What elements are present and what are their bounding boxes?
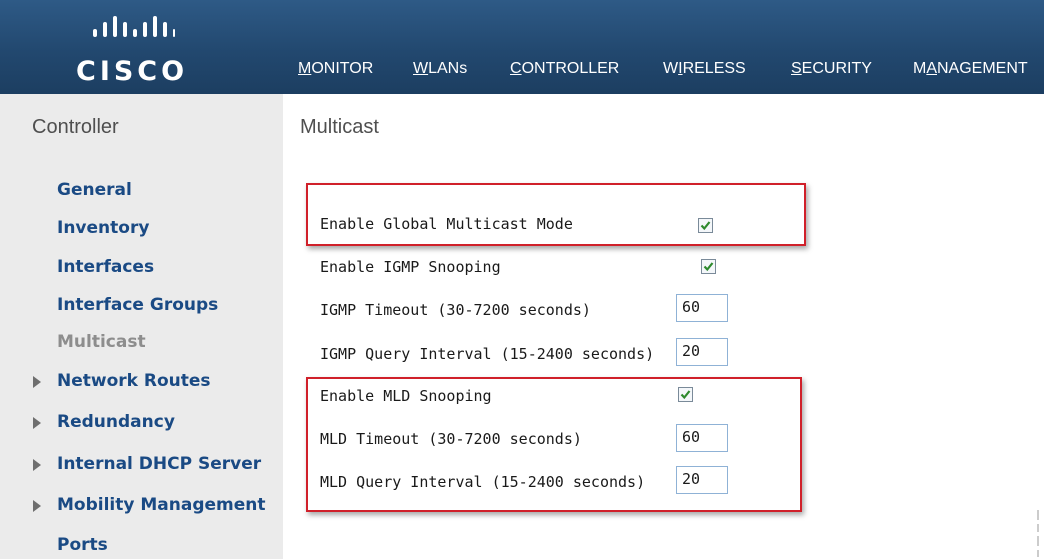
- sidebar: [0, 94, 283, 559]
- sidebar-item-label: Network Routes: [57, 371, 211, 391]
- nav-monitor[interactable]: MONITOR: [298, 60, 373, 78]
- igmp-timeout-input[interactable]: 60: [676, 294, 728, 322]
- mld-query-interval-input[interactable]: 20: [676, 466, 728, 494]
- expand-arrow-icon: [33, 417, 41, 429]
- sidebar-title: Controller: [32, 116, 119, 138]
- expand-arrow-icon: [33, 376, 41, 388]
- sidebar-item-interface-groups[interactable]: Interface Groups: [57, 295, 218, 315]
- igmp-query-interval-label: IGMP Query Interval (15-2400 seconds): [320, 345, 655, 363]
- nav-security[interactable]: SECURITY: [791, 60, 872, 78]
- igmp-query-interval-input[interactable]: 20: [676, 338, 728, 366]
- nav-management[interactable]: MANAGEMENT: [913, 60, 1028, 78]
- igmp-timeout-label: IGMP Timeout (30-7200 seconds): [320, 301, 591, 319]
- igmp-snooping-label: Enable IGMP Snooping: [320, 258, 501, 276]
- cisco-logo-text: CISCO: [76, 56, 189, 87]
- top-header: CISCO MONITOR WLANs CONTROLLER WIRELESS …: [0, 0, 1044, 100]
- mld-snooping-label: Enable MLD Snooping: [320, 387, 492, 405]
- sidebar-item-redundancy[interactable]: Redundancy: [33, 412, 175, 432]
- mld-timeout-label: MLD Timeout (30-7200 seconds): [320, 430, 582, 448]
- checkmark-icon: [700, 221, 711, 231]
- sidebar-item-mobility-management[interactable]: Mobility Management: [33, 495, 266, 515]
- expand-arrow-icon: [33, 500, 41, 512]
- sidebar-item-internal-dhcp-server[interactable]: Internal DHCP Server: [33, 454, 262, 474]
- sidebar-item-ports[interactable]: Ports: [57, 535, 108, 555]
- checkmark-icon: [703, 262, 714, 272]
- cisco-bars-icon: [93, 16, 175, 37]
- nav-wlans[interactable]: WLANs: [413, 60, 467, 78]
- global-multicast-checkbox[interactable]: [698, 218, 713, 233]
- nav-wireless[interactable]: WIRELESS: [663, 60, 746, 78]
- igmp-snooping-checkbox[interactable]: [701, 259, 716, 274]
- cisco-logo: CISCO: [74, 16, 194, 87]
- sidebar-item-inventory[interactable]: Inventory: [57, 218, 149, 238]
- sidebar-item-interfaces[interactable]: Interfaces: [57, 257, 154, 277]
- page-title: Multicast: [300, 116, 379, 138]
- expand-arrow-icon: [33, 459, 41, 471]
- edge-scan-marks: [1037, 510, 1039, 557]
- mld-snooping-checkbox[interactable]: [678, 387, 693, 402]
- mld-query-interval-label: MLD Query Interval (15-2400 seconds): [320, 473, 646, 491]
- sidebar-item-label: Redundancy: [57, 412, 175, 432]
- sidebar-item-label: Internal DHCP Server: [57, 454, 262, 474]
- global-multicast-label: Enable Global Multicast Mode: [320, 215, 573, 233]
- sidebar-item-network-routes[interactable]: Network Routes: [33, 371, 211, 391]
- checkmark-icon: [680, 390, 691, 400]
- mld-timeout-input[interactable]: 60: [676, 424, 728, 452]
- sidebar-item-multicast[interactable]: Multicast: [57, 332, 146, 352]
- sidebar-item-label: Mobility Management: [57, 495, 266, 515]
- nav-controller[interactable]: CONTROLLER: [499, 60, 630, 100]
- sidebar-item-general[interactable]: General: [57, 180, 132, 200]
